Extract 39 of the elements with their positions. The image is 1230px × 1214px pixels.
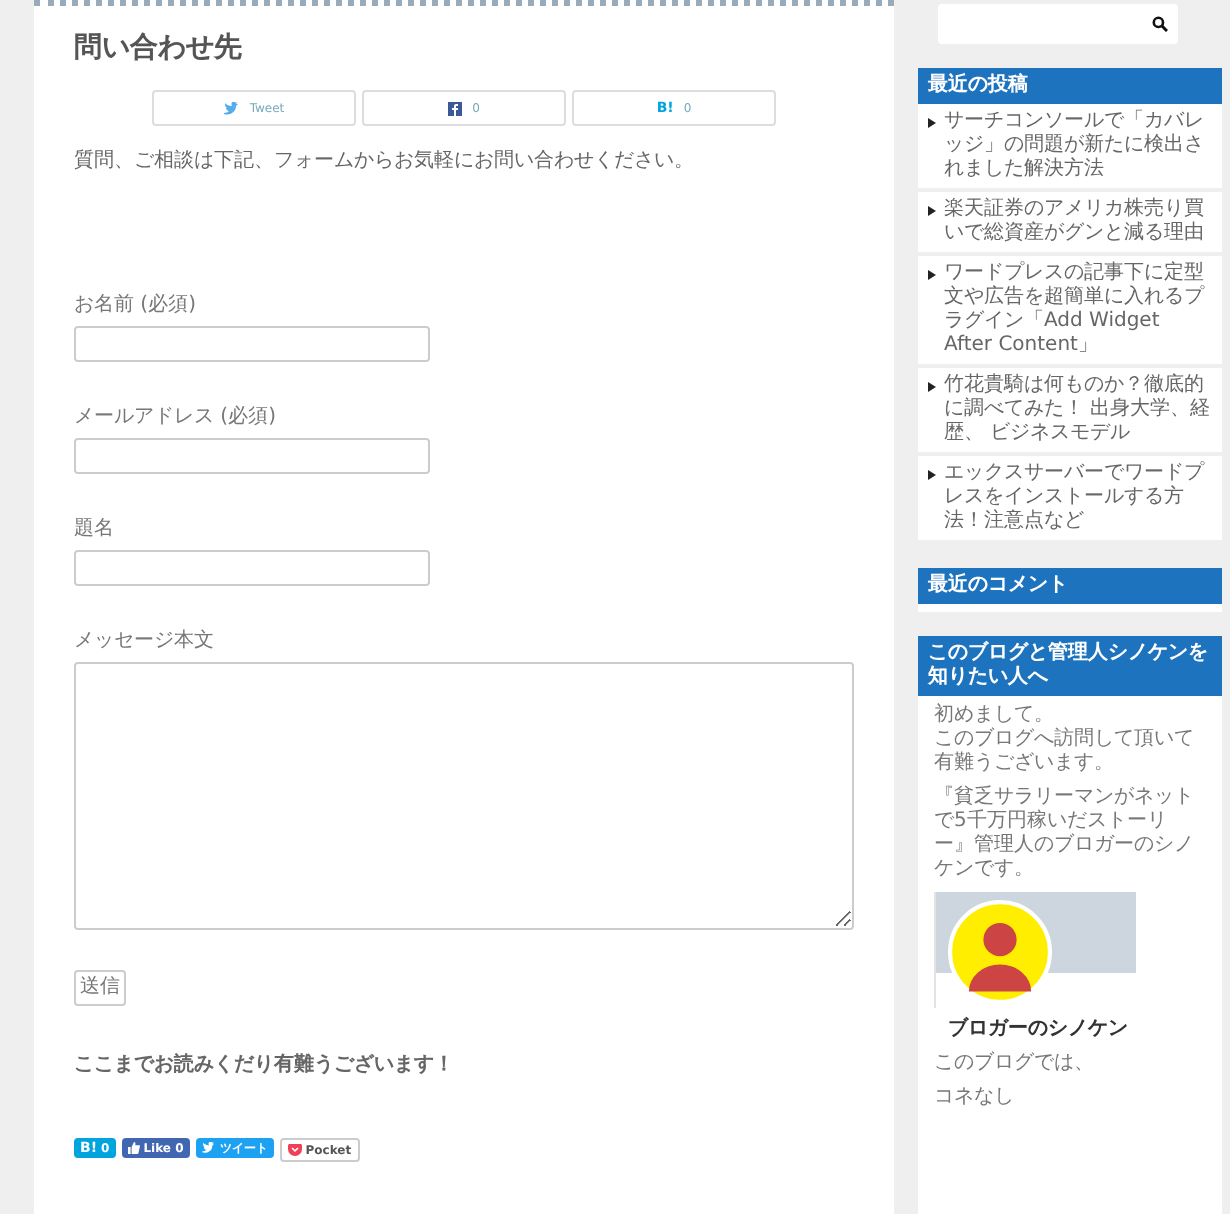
input-field[interactable] (74, 326, 430, 362)
widget-title: 最近の投稿 (918, 68, 1222, 104)
about-text: 『貧乏サラリーマンがネットで5千万円稼いだストーリー』管理人のブロガーのシノケンです。 (934, 786, 1196, 882)
triangle-bullet-icon (928, 470, 936, 480)
post-link[interactable]: ワードプレスの記事下に定型文や広告を超簡単に入れるプラグイン「Add Widget After Content」 (918, 256, 1222, 368)
post-link[interactable]: エックスサーバーでワードプレスをインストールする方法！注意点など (918, 456, 1222, 544)
triangle-bullet-icon (928, 206, 936, 216)
input-field[interactable] (74, 550, 430, 586)
about-text: このブログでは、 (934, 1052, 1096, 1076)
search-field[interactable] (938, 4, 1178, 44)
message-textarea[interactable] (74, 662, 854, 930)
submit-button[interactable]: 送信 (74, 970, 126, 1006)
post-link[interactable]: 竹花貴騎は何ものか？徹底的に調べてみた！ 出身大学、経歴、 ビジネスモデル (918, 368, 1222, 456)
triangle-bullet-icon (928, 270, 936, 280)
field-label: メッセージ本文 (74, 627, 216, 654)
field-label: お名前 (必須) (74, 291, 198, 318)
field-label: メールアドレス (必須) (74, 403, 278, 430)
post-link[interactable]: 楽天証券のアメリカ株売り買いで総資産がグンと減る理由 (918, 192, 1222, 256)
field-label: 題名 (74, 516, 116, 542)
post-link[interactable]: サーチコンソールで「カバレッジ」の問題が新たに検出されました解決方法 (918, 104, 1222, 192)
triangle-bullet-icon (928, 382, 936, 392)
about-text: 初めまして。 (934, 704, 1056, 727)
widget-title: このブログと管理人シノケンを知りたい人へ (918, 636, 1222, 696)
closing-text: ここまでお読みくだり有難うございます！ (74, 1051, 456, 1078)
widget-title: 最近のコメント (918, 568, 1222, 604)
about-text: このブログへ訪問して頂いて有難うございます。 (934, 728, 1196, 776)
thumbs-up-icon (127, 1142, 140, 1154)
intro-text: 質問、ご相談は下記、フォームからお気軽にお問い合わせください。 (74, 147, 696, 174)
bird-icon (201, 1142, 216, 1154)
pocket-icon (287, 1144, 302, 1156)
profile-name: ブロガーのシノケン (946, 1015, 1130, 1042)
page-title: 問い合わせ先 (74, 30, 244, 66)
triangle-bullet-icon (928, 118, 936, 128)
f-logo-icon (448, 101, 463, 115)
bird-icon (223, 101, 240, 115)
input-field[interactable] (74, 438, 430, 474)
search-icon (1152, 16, 1168, 32)
about-text: コネなし (934, 1086, 1016, 1110)
avatar-silhouette-icon (948, 900, 1052, 1004)
